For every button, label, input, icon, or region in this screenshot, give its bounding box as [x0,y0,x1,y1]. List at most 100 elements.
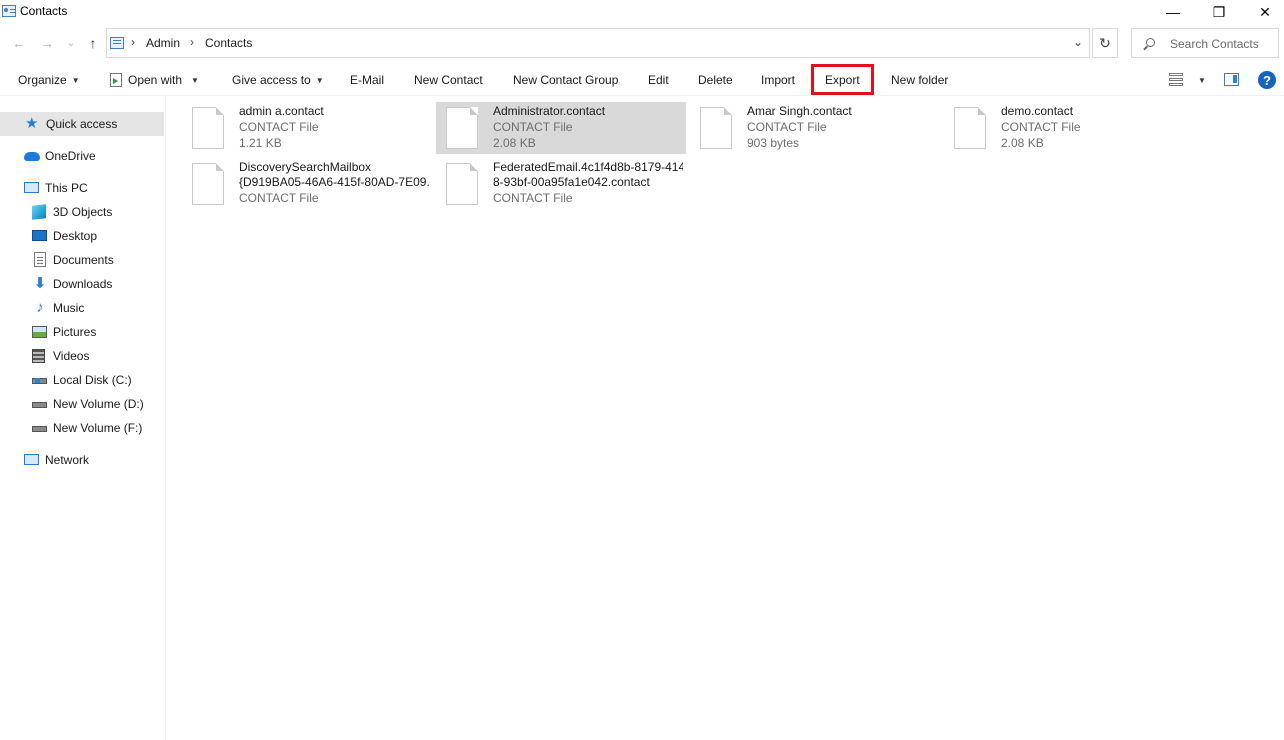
file-name: Administrator.contact [493,104,606,118]
sidebar-item-quick-access[interactable]: ★ Quick access [0,112,164,136]
minimize-button[interactable]: — [1150,0,1196,24]
sidebar-item-new-volume-f[interactable]: New Volume (F:) [0,416,164,440]
preview-pane-icon[interactable] [1224,73,1239,86]
email-button[interactable]: E-Mail [350,64,384,96]
quick-access-star-icon: ★ [25,115,39,132]
search-box[interactable] [1131,28,1279,58]
organize-label: Organize [18,73,67,87]
sidebar-item-local-disk-c[interactable]: Local Disk (C:) [0,368,164,392]
file-item[interactable]: demo.contact CONTACT File 2.08 KB [944,102,1194,154]
forward-button[interactable]: → [38,34,56,52]
contact-file-icon [192,107,224,149]
sidebar-item-label: Videos [53,349,90,363]
chevron-down-icon: ▼ [315,75,324,85]
close-button[interactable]: ✕ [1242,0,1284,24]
sidebar-item-label: New Volume (D:) [53,397,144,411]
file-name: DiscoverySearchMailbox [239,160,372,174]
delete-button[interactable]: Delete [698,64,733,96]
search-input[interactable] [1170,35,1276,52]
new-contact-button[interactable]: New Contact [414,64,483,96]
contact-file-icon [954,107,986,149]
sidebar-item-label: New Volume (F:) [53,421,143,435]
open-with-button[interactable]: Open with ▼ [110,64,199,96]
sidebar-item-this-pc[interactable]: This PC [0,176,164,200]
sidebar-item-downloads[interactable]: ⬇ Downloads [0,272,164,296]
contact-file-icon [446,107,478,149]
file-item[interactable]: Amar Singh.contact CONTACT File 903 byte… [690,102,940,154]
file-item[interactable]: FederatedEmail.4c1f4d8b-8179-414 8-93bf-… [436,158,686,210]
sidebar-item-3d-objects[interactable]: 3D Objects [0,200,164,224]
chevron-down-icon: ▼ [1198,75,1206,85]
contact-file-icon [446,163,478,205]
file-item[interactable]: Administrator.contact CONTACT File 2.08 … [436,102,686,154]
title-bar: Contacts — ❐ ✕ [0,0,1284,24]
sidebar-item-label: 3D Objects [53,205,113,219]
sidebar-item-desktop[interactable]: Desktop [0,224,164,248]
sidebar-item-documents[interactable]: Documents [0,248,164,272]
sidebar-item-pictures[interactable]: Pictures [0,320,164,344]
file-type: CONTACT File [493,191,573,205]
command-bar: Organize ▼ Open with ▼ Give access to ▼ … [0,64,1284,96]
contact-file-icon [192,163,224,205]
file-name: admin a.contact [239,104,324,118]
file-type: CONTACT File [493,120,573,134]
address-bar[interactable]: › Admin › Contacts ⌄ [106,28,1090,58]
change-view-icon[interactable] [1169,73,1183,86]
window-title: Contacts [20,4,68,18]
refresh-button[interactable]: ↻ [1092,28,1118,58]
file-item[interactable]: DiscoverySearchMailbox {D919BA05-46A6-41… [182,158,432,210]
restore-button[interactable]: ❐ [1196,0,1242,24]
file-size: 1.21 KB [239,136,282,150]
file-name: FederatedEmail.4c1f4d8b-8179-414 [493,160,683,174]
3d-objects-icon [32,204,46,220]
sidebar-item-label: Music [53,301,85,315]
sidebar-item-new-volume-d[interactable]: New Volume (D:) [0,392,164,416]
chevron-down-icon: ▼ [191,75,199,85]
file-size: 903 bytes [747,136,800,150]
organize-button[interactable]: Organize ▼ [18,64,80,96]
address-dropdown-icon[interactable]: ⌄ [1073,35,1083,49]
export-button[interactable]: Export [811,64,874,95]
breadcrumb-admin[interactable]: Admin [146,36,180,50]
sidebar-item-videos[interactable]: Videos [0,344,164,368]
sidebar-item-label: This PC [45,181,88,195]
sidebar-item-network[interactable]: Network [0,448,164,472]
sidebar-item-label: Quick access [46,117,118,131]
file-item[interactable]: admin a.contact CONTACT File 1.21 KB [182,102,432,154]
file-name-continued: 8-93bf-00a95fa1e042.contact [493,175,650,189]
sidebar-item-label: Desktop [53,229,98,243]
file-size: 2.08 KB [1001,136,1044,150]
breadcrumb-contacts[interactable]: Contacts [205,36,252,50]
help-icon[interactable]: ? [1258,71,1276,89]
file-name: Amar Singh.contact [747,104,852,118]
contacts-location-icon [110,37,124,49]
music-icon: ♪ [36,299,44,316]
contact-file-icon [700,107,732,149]
recent-locations-button[interactable]: ⌄ [62,34,80,52]
contacts-folder-icon [2,5,16,17]
pictures-icon [32,326,47,338]
sidebar-item-music[interactable]: ♪ Music [0,296,164,320]
up-button[interactable]: ↑ [84,34,102,52]
back-button[interactable]: ← [10,34,28,52]
give-access-label: Give access to [232,73,311,87]
chevron-down-icon: ▼ [71,75,80,85]
network-icon [24,454,39,465]
new-folder-button[interactable]: New folder [891,64,948,96]
open-with-icon [110,73,122,87]
file-type: CONTACT File [239,191,319,205]
search-icon [1146,38,1155,47]
file-name: demo.contact [1001,104,1074,118]
edit-button[interactable]: Edit [648,64,669,96]
import-button[interactable]: Import [761,64,795,96]
sidebar-item-label: OneDrive [45,149,96,163]
new-contact-group-button[interactable]: New Contact Group [513,64,618,96]
local-disk-icon [32,378,47,384]
give-access-button[interactable]: Give access to ▼ [232,64,324,96]
file-type: CONTACT File [747,120,827,134]
breadcrumb-separator: › [190,35,194,49]
onedrive-cloud-icon [24,152,40,161]
sidebar-item-onedrive[interactable]: OneDrive [0,144,164,168]
view-options-button[interactable]: ▼ [1193,64,1206,96]
documents-icon [34,252,46,267]
